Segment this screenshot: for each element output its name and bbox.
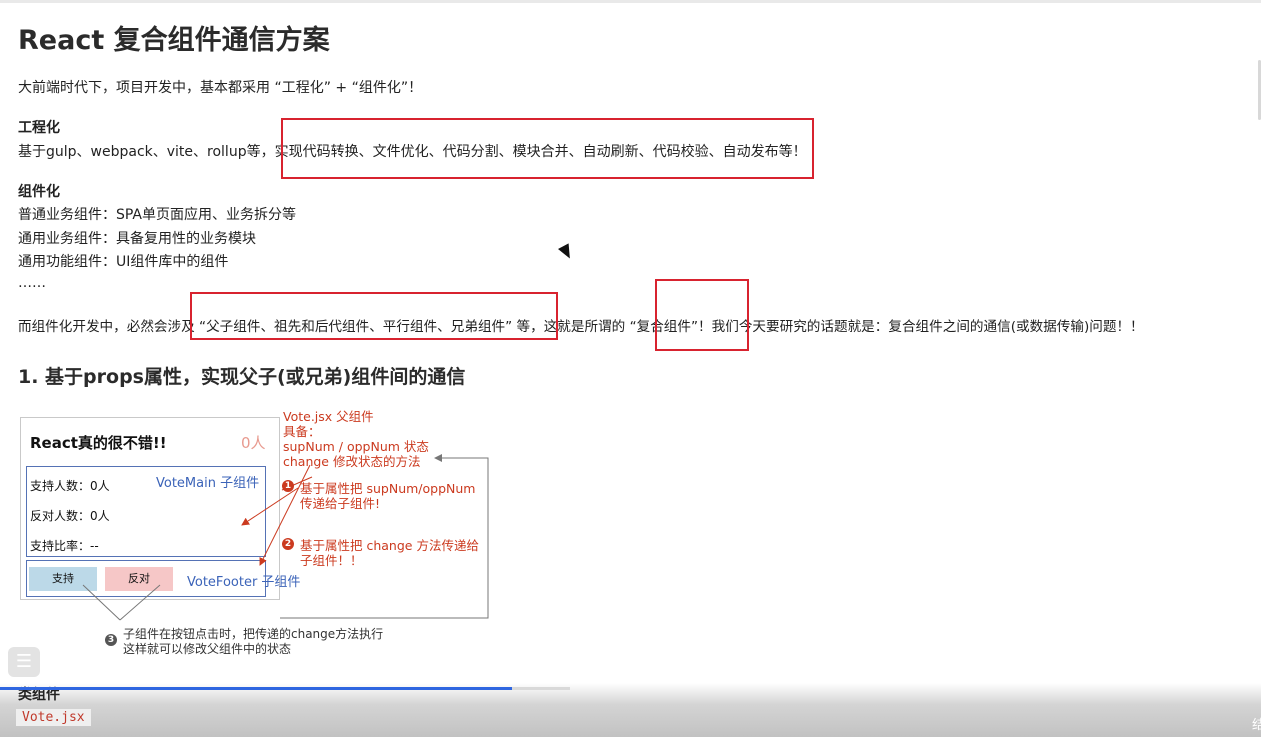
props-diagram: React真的很不错!! 0人 VoteMain 子组件 支持人数：0人 反对人… bbox=[20, 405, 495, 665]
code-filename: Vote.jsx bbox=[16, 709, 91, 726]
step-3-text: 子组件在按钮点击时，把传递的change方法执行 bbox=[123, 627, 384, 641]
mouse-cursor-icon bbox=[558, 243, 576, 262]
section-heading: 1. 基于props属性，实现父子(或兄弟)组件间的通信 bbox=[18, 366, 466, 388]
video-progress-fill bbox=[0, 687, 512, 690]
step-1-text: 传递给子组件! bbox=[300, 496, 381, 511]
step-2-text: 基于属性把 change 方法传递给 bbox=[300, 538, 479, 553]
corner-text: 结 bbox=[1252, 718, 1261, 733]
component-list-item: …… bbox=[18, 275, 46, 291]
step-3-badge: 3 bbox=[105, 634, 117, 646]
annotation-box-composite bbox=[655, 279, 749, 351]
step-2-text: 子组件！！ bbox=[300, 553, 363, 568]
page-title: React 复合组件通信方案 bbox=[18, 25, 330, 56]
component-list-item: 通用功能组件：UI组件库中的组件 bbox=[18, 254, 229, 270]
step-1-badge: 1 bbox=[282, 480, 294, 492]
video-progress-bar[interactable] bbox=[0, 687, 570, 690]
parent-desc-line: change 修改状态的方法 bbox=[283, 454, 421, 469]
step-1-text: 基于属性把 supNum/oppNum bbox=[300, 481, 476, 496]
toc-button[interactable]: ☰ bbox=[8, 647, 40, 677]
parent-desc-line: 具备： bbox=[283, 424, 321, 439]
annotation-box-component-types bbox=[190, 292, 558, 340]
step-3-text: 这样就可以修改父组件中的状态 bbox=[123, 642, 292, 656]
parent-desc-line: Vote.jsx 父组件 bbox=[283, 409, 374, 424]
summary-paragraph: 而组件化开发中，必然会涉及 “父子组件、祖先和后代组件、平行组件、兄弟组件” 等… bbox=[18, 319, 1144, 335]
annotation-box-engineering bbox=[281, 118, 814, 179]
engineering-heading: 工程化 bbox=[18, 120, 60, 136]
parent-desc-line: supNum / oppNum 状态 bbox=[283, 439, 429, 454]
player-controls-shade bbox=[0, 683, 1261, 737]
top-border bbox=[0, 0, 1261, 3]
intro-paragraph: 大前端时代下，项目开发中，基本都采用 “工程化” + “组件化”！ bbox=[18, 80, 423, 96]
step-2-badge: 2 bbox=[282, 538, 294, 550]
component-list-item: 普通业务组件：SPA单页面应用、业务拆分等 bbox=[18, 207, 297, 223]
component-list-item: 通用业务组件：具备复用性的业务模块 bbox=[18, 231, 256, 247]
componentization-heading: 组件化 bbox=[18, 184, 60, 200]
list-icon: ☰ bbox=[15, 651, 33, 672]
